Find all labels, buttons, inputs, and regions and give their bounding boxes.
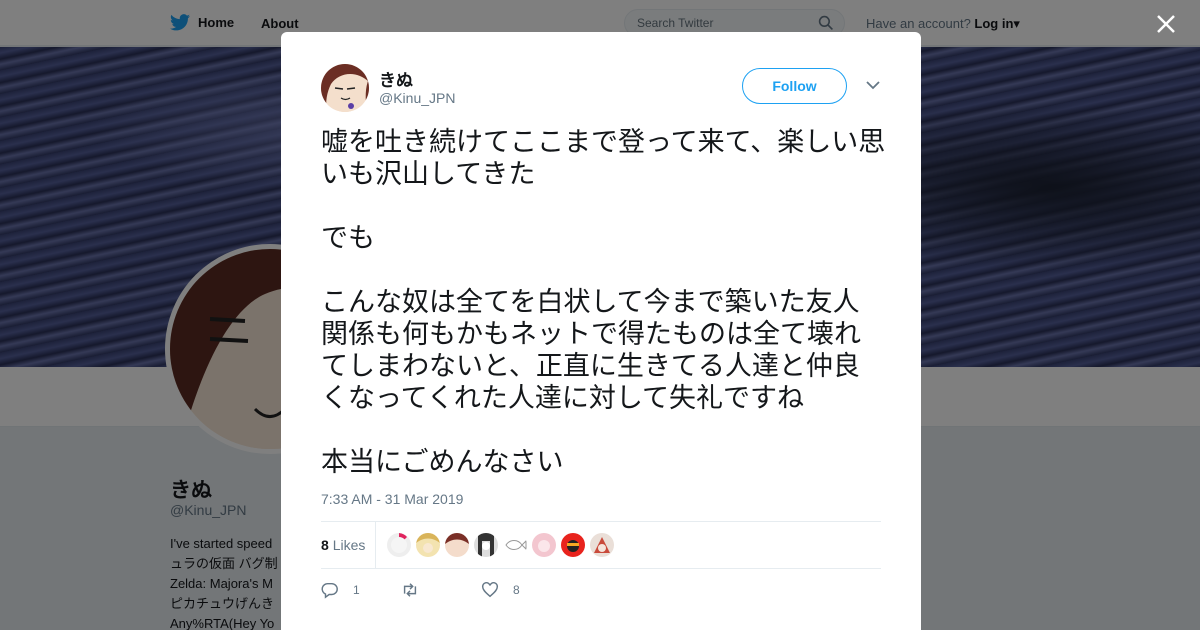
author-avatar[interactable] [321, 64, 369, 112]
retweet-icon[interactable] [401, 581, 419, 599]
liker-avatar[interactable] [387, 533, 411, 557]
retweet-action[interactable] [401, 581, 433, 599]
liker-avatar[interactable] [416, 533, 440, 557]
liker-avatar[interactable] [561, 533, 585, 557]
liker-avatar[interactable] [532, 533, 556, 557]
chevron-down-icon[interactable] [866, 80, 880, 90]
liker-avatar[interactable] [590, 533, 614, 557]
reply-icon[interactable] [321, 581, 339, 599]
tweet-stats: 8 Likes [321, 521, 881, 569]
reply-count: 1 [353, 583, 360, 597]
like-action[interactable]: 8 [481, 581, 520, 599]
tweet-actions: 1 8 [321, 581, 621, 601]
author-name[interactable]: きぬ [379, 66, 413, 91]
liker-avatars [387, 533, 614, 557]
reply-action[interactable]: 1 [321, 581, 360, 599]
author-avatar-image [321, 64, 369, 112]
tweet-timestamp[interactable]: 7:33 AM - 31 Mar 2019 [321, 491, 463, 507]
tweet-text: 嘘を吐き続けてここまで登って来て、楽しい思いも沢山してきた でも こんな奴は全て… [321, 127, 886, 478]
liker-avatar[interactable] [474, 533, 498, 557]
follow-button[interactable]: Follow [742, 68, 847, 104]
likes-label: Likes [332, 537, 366, 553]
liker-avatar[interactable] [445, 533, 469, 557]
stats-divider [375, 522, 376, 568]
liker-avatar[interactable] [503, 533, 527, 557]
tweet-modal: きぬ @Kinu_JPN Follow 嘘を吐き続けてここまで登って来て、楽しい… [281, 32, 921, 630]
like-count: 8 [513, 583, 520, 597]
close-icon[interactable] [1155, 13, 1177, 35]
likes-number: 8 [321, 537, 329, 553]
heart-icon[interactable] [481, 581, 499, 599]
author-handle[interactable]: @Kinu_JPN [379, 90, 455, 106]
likes-count[interactable]: 8 Likes [321, 537, 365, 553]
